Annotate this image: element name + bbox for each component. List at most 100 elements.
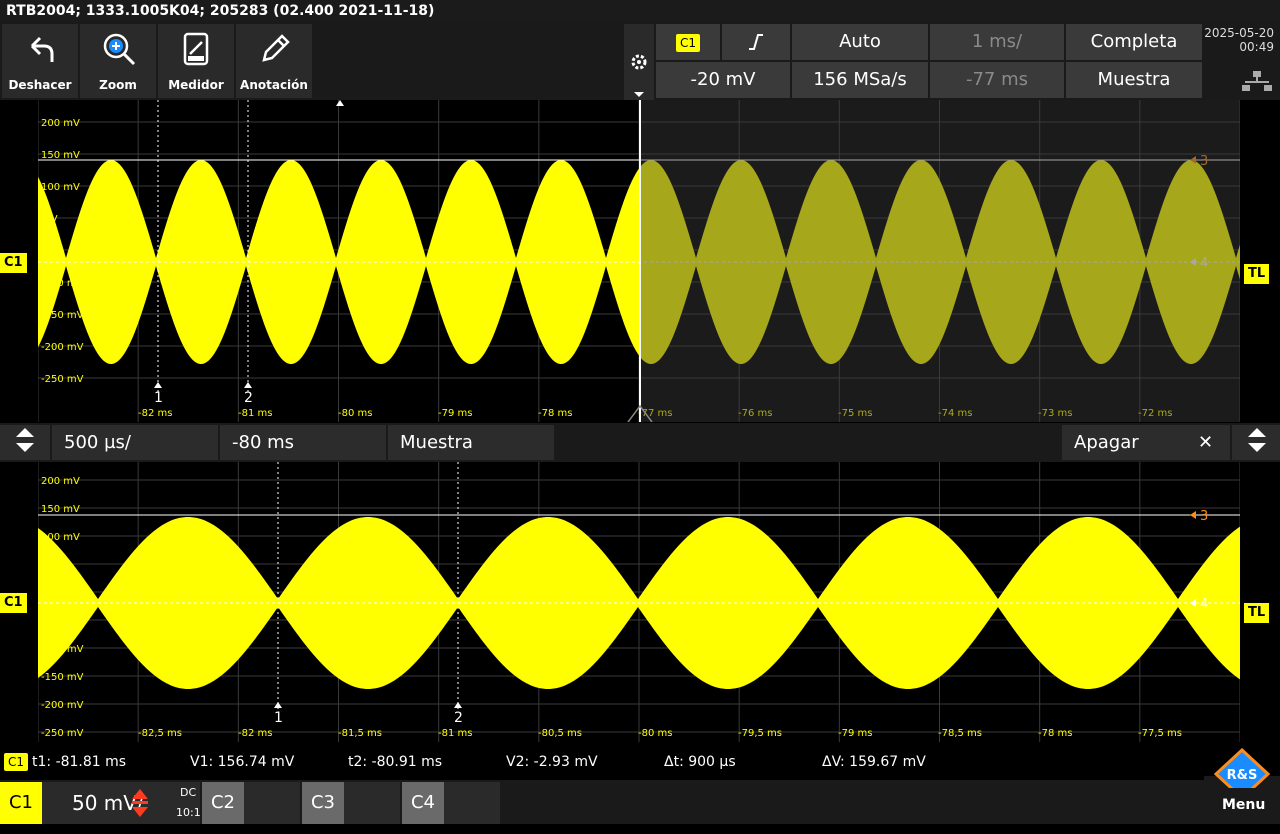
trigger-source-cell[interactable]: C1 [656, 24, 720, 60]
acq-mode-cell[interactable]: Muestra [1066, 62, 1202, 98]
x-axis-label: -81 ms [238, 408, 272, 419]
y-axis-label: 100 mV [41, 182, 80, 193]
cursor-delta-t: Δt: 900 µs [664, 754, 736, 770]
channel-c1-settings[interactable]: 50 mV/ DC 10:1 [42, 782, 201, 824]
x-axis-label: -80 ms [338, 408, 372, 419]
y-axis-label: -150 mV [41, 672, 84, 683]
zoom-bar-scroll-left[interactable] [0, 425, 50, 460]
channel-c1-offset-flag-zoom[interactable]: C1 [0, 593, 27, 613]
trigger-slope-cell[interactable] [722, 24, 790, 60]
cursor-t2: t2: -80.91 ms [348, 754, 443, 770]
trigger-position-marker [336, 100, 344, 106]
pencil-icon [262, 34, 290, 62]
up-down-arrows-icon [1248, 428, 1266, 452]
zoom-position[interactable]: -80 ms [220, 425, 386, 460]
cursor-marker [274, 702, 282, 708]
trigger-mode-cell[interactable]: Auto [792, 24, 928, 60]
logo-text: R&S [1227, 768, 1258, 783]
x-axis-label: -80,5 ms [538, 728, 582, 739]
x-axis-label: -82 ms [138, 408, 172, 419]
time-offset-cell[interactable]: -77 ms [930, 62, 1064, 98]
trigger-source-tag: C1 [675, 34, 700, 52]
cursor-label: 2 [454, 710, 463, 726]
timebase-cell[interactable]: 1 ms/ [930, 24, 1064, 60]
y-axis-label: 150 mV [41, 150, 80, 161]
x-axis-label: -77,5 ms [1138, 728, 1182, 739]
settings-gear-button[interactable] [624, 24, 654, 100]
x-axis-label: -78 ms [1038, 728, 1072, 739]
undo-label: Deshacer [8, 78, 72, 92]
zoom-icon [103, 33, 136, 66]
y-axis-label: 200 mV [41, 476, 80, 487]
x-axis-label: -78,5 ms [938, 728, 982, 739]
zoom-bar-scroll-right[interactable] [1232, 425, 1280, 460]
zoom-mode[interactable]: Muestra [388, 425, 554, 460]
scale-up-down-icon [132, 789, 148, 817]
sample-rate-cell[interactable]: 156 MSa/s [792, 62, 928, 98]
gear-icon [631, 54, 647, 97]
menu-label: Menu [1222, 797, 1266, 813]
cursor-marker [154, 382, 162, 388]
zoom-off-button[interactable]: Apagar Zoom [1062, 425, 1192, 488]
zoom-waveform-panel[interactable]: 200 mV 150 mV 100 mV 0 V -100 mV -150 mV -200 … [37, 462, 1241, 742]
zoom-timebase[interactable]: 500 µs/ [52, 425, 218, 460]
date-text: 2025-05-20 [1204, 26, 1274, 40]
acquisition-cell[interactable]: Completa [1066, 24, 1202, 60]
rs-logo-icon: R&S [1213, 748, 1271, 788]
marker-3-label: 3 [1200, 509, 1208, 524]
trigger-level-cell[interactable]: -20 mV [656, 62, 790, 98]
marker-3-arrow [1190, 511, 1196, 519]
channel-c4-button[interactable]: C4 [402, 782, 444, 824]
x-axis-label: -80 ms [638, 728, 672, 739]
channel-c4-settings[interactable] [444, 782, 500, 824]
y-axis-label: -200 mV [41, 342, 84, 353]
zoom-label: Zoom [99, 78, 137, 92]
annotation-button[interactable]: Anotación [236, 24, 312, 98]
marker-4-label: 4 [1200, 597, 1208, 612]
trigger-level-flag-zoom[interactable]: TL [1244, 603, 1270, 623]
cursor-marker [454, 702, 462, 708]
y-axis-label: 100 mV [41, 532, 80, 543]
cursor-t1: t1: -81.81 ms [32, 754, 127, 770]
overview-waveform-panel[interactable]: 200 mV 150 mV 100 mV mV -50 -100 mV -150 mV -20… [37, 100, 1241, 423]
c1-probe: 10:1 [176, 806, 201, 819]
cursor-marker [244, 382, 252, 388]
meter-label: Medidor [168, 78, 224, 92]
zoom-window-shade [640, 100, 1240, 422]
meter-button[interactable]: Medidor [158, 24, 234, 98]
zoom-bar: 500 µs/ -80 ms Muestra Apagar Zoom ✕ [0, 423, 1280, 488]
y-axis-label: 200 mV [41, 118, 80, 129]
y-axis-label: -100 mV [41, 644, 84, 655]
time-text: 00:49 [1239, 40, 1274, 54]
y-axis-label: -200 mV [41, 700, 84, 711]
x-axis-label: -79 ms [438, 408, 472, 419]
zoom-waveform[interactable]: 200 mV 150 mV 100 mV 0 V -100 mV -150 mV -200 … [37, 462, 1241, 742]
network-icon [1242, 71, 1272, 91]
x-axis-label: -82,5 ms [138, 728, 182, 739]
title-bar: RTB2004; 1333.1005K04; 205283 (02.400 20… [0, 0, 1280, 22]
overview-waveform[interactable]: 200 mV 150 mV 100 mV mV -50 -100 mV -150 mV -20… [37, 100, 1241, 423]
channel-c2-button[interactable]: C2 [202, 782, 244, 824]
measurement-channel-tag: C1 [4, 753, 29, 771]
cursor-label: 1 [154, 390, 163, 406]
y-axis-label: 150 mV [41, 504, 80, 515]
cursor-label: 2 [244, 390, 253, 406]
y-axis-label: -100 mV [41, 278, 84, 289]
close-zoom-button[interactable]: ✕ [1192, 425, 1230, 460]
trigger-level-flag[interactable]: TL [1244, 264, 1270, 284]
channel-c1-offset-flag[interactable]: C1 [0, 253, 27, 273]
rising-edge-icon [749, 34, 763, 50]
menu-button[interactable]: R&S Menu [1204, 748, 1280, 824]
undo-button[interactable]: Deshacer [2, 24, 78, 98]
channel-c3-button[interactable]: C3 [302, 782, 344, 824]
y-axis-label: -150 mV [41, 310, 84, 321]
y-axis-label: mV [41, 214, 58, 225]
channel-bar: C1 50 mV/ DC 10:1 C2 C3 C4 R&S Menu [0, 748, 1280, 824]
instrument-title: RTB2004; 1333.1005K04; 205283 (02.400 20… [6, 3, 435, 19]
channel-c1-button[interactable]: C1 [0, 782, 42, 824]
zoom-button[interactable]: Zoom [80, 24, 156, 98]
annotation-label: Anotación [240, 78, 308, 92]
channel-c3-settings[interactable] [344, 782, 400, 824]
channel-c2-settings[interactable] [244, 782, 300, 824]
x-axis-label: -81,5 ms [338, 728, 382, 739]
